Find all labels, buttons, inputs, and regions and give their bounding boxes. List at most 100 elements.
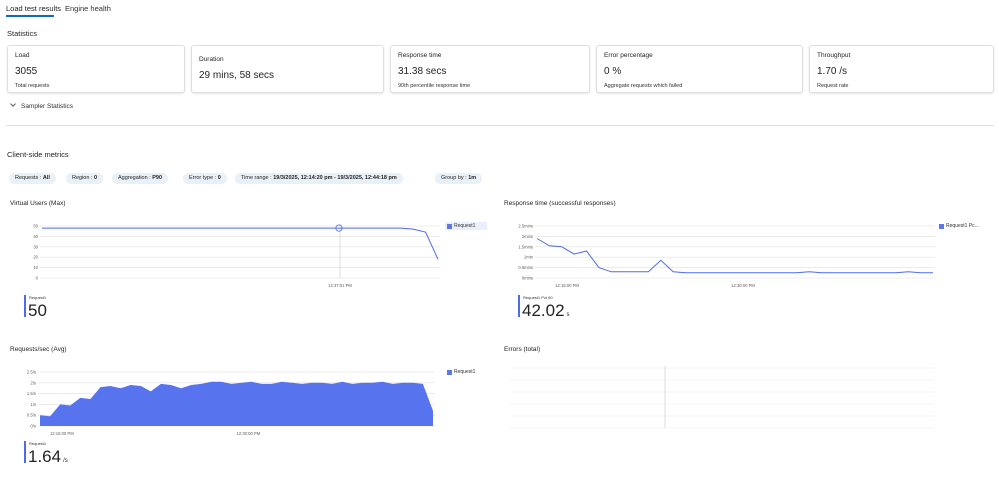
- legend-swatch: [447, 223, 452, 229]
- y-tick-label: 0mins: [522, 276, 533, 281]
- stat-card-title: Error percentage: [604, 52, 653, 59]
- stat-card-subtitle: 90th percentile response time: [398, 83, 471, 89]
- stat-card-title: Throughput: [817, 52, 851, 59]
- kpi-label: Request1: [29, 441, 47, 446]
- stat-card-subtitle: Aggregate requests which failed: [604, 83, 683, 89]
- y-tick-label: 2/s: [30, 380, 36, 385]
- filter-label: Aggregation :: [118, 175, 153, 181]
- response-time-chart[interactable]: 2.5mins 2mins 1.5mins 1min 0.5mins 0mins 12:15…: [515, 222, 935, 294]
- filter-value: 19/3/2025, 12:14:20 pm - 19/3/2025, 12:4…: [273, 175, 397, 181]
- kpi-accent-bar: [24, 441, 26, 463]
- stat-card-value: 29 mins, 58 secs: [199, 70, 275, 81]
- kpi-label: Request1: [29, 295, 47, 300]
- y-tick-label: 0.5/s: [27, 413, 36, 418]
- filter-value: 0: [217, 175, 221, 181]
- legend-label: Request1 Pc...: [946, 223, 979, 229]
- stat-card-error-percentage: Error percentage 0 % Aggregate requests …: [596, 45, 803, 93]
- filter-aggregation[interactable]: Aggregation : P90: [112, 173, 169, 184]
- x-tick-label: 12:30:00 PM: [237, 431, 261, 436]
- filter-label: Region :: [72, 175, 95, 181]
- stat-card-value: 3055: [15, 66, 38, 77]
- y-tick-label: 40: [33, 234, 38, 239]
- stat-card-subtitle: Total requests: [15, 83, 50, 89]
- kpi-unit: s: [566, 312, 570, 318]
- filter-requests[interactable]: Requests : All: [9, 173, 56, 184]
- legend-item-request1[interactable]: Request1: [445, 222, 487, 230]
- filter-label: Error type :: [189, 175, 218, 181]
- tab-load-test-results[interactable]: Load test results: [6, 4, 61, 13]
- stat-card-title: Response time: [398, 52, 442, 59]
- stat-card-value: 0 %: [604, 66, 622, 77]
- chevron-down-icon: [10, 101, 16, 107]
- y-tick-label: 1/s: [30, 402, 36, 407]
- sampler-statistics-label: Sampler Statistics: [21, 103, 74, 110]
- stat-card-throughput: Throughput 1.70 /s Request rate: [809, 45, 994, 93]
- filter-label: Requests :: [15, 175, 43, 181]
- chart-title-errors: Errors (total): [504, 346, 541, 353]
- y-tick-label: 1.5mins: [518, 244, 533, 249]
- kpi-value: 1.64/s: [28, 448, 68, 470]
- stat-card-title: Load: [15, 52, 30, 59]
- y-tick-label: 1min: [524, 255, 534, 260]
- filter-time-range[interactable]: Time range : 19/3/2025, 12:14:20 pm - 19…: [235, 173, 403, 184]
- active-tab-indicator: [6, 15, 54, 17]
- legend-swatch: [939, 223, 944, 229]
- legend-swatch: [447, 369, 452, 375]
- kpi-number: 50: [28, 301, 47, 320]
- requests-per-sec-chart[interactable]: 2.5/s 2/s 1.5/s 1/s 0.5/s 0/s 12:15:00 PM 12:30…: [10, 368, 440, 440]
- filter-value: 0: [94, 175, 98, 181]
- kpi-unit: /s: [63, 458, 68, 464]
- y-tick-label: 2mins: [522, 234, 533, 239]
- kpi-number: 1.64: [28, 447, 62, 466]
- tab-engine-health[interactable]: Engine health: [65, 4, 111, 13]
- y-tick-label: 1.5/s: [27, 391, 36, 396]
- filter-region[interactable]: Region : 0: [66, 173, 104, 184]
- stat-card-load: Load 3055 Total requests: [7, 45, 185, 93]
- y-tick-label: 0.5mins: [518, 265, 533, 270]
- stat-card-value: 1.70 /s: [817, 66, 848, 77]
- client-side-metrics-heading: Client-side metrics: [7, 150, 69, 159]
- kpi-label: Request1 Pct 90: [523, 295, 553, 300]
- y-tick-label: 30: [33, 244, 38, 249]
- x-tick-label: 12:30:00 PM: [731, 283, 755, 288]
- section-divider: [6, 125, 994, 126]
- kpi-accent-bar: [24, 295, 26, 317]
- filter-value: 1m: [468, 175, 477, 181]
- legend-label: Request1: [454, 369, 476, 375]
- x-tick-label: 12:15:00 PM: [555, 283, 579, 288]
- chart-title-requests-per-sec: Requests/sec (Avg): [10, 346, 67, 353]
- y-tick-label: 50: [33, 224, 38, 229]
- stat-card-value: 31.38 secs: [398, 66, 447, 77]
- statistics-heading: Statistics: [7, 29, 38, 38]
- sampler-statistics-toggle[interactable]: Sampler Statistics: [10, 101, 74, 110]
- filter-label: Time range :: [241, 175, 274, 181]
- chart-title-virtual-users: Virtual Users (Max): [10, 200, 66, 207]
- y-tick-label: 0/s: [30, 424, 36, 429]
- kpi-accent-bar: [518, 295, 520, 317]
- stat-card-subtitle: Request rate: [817, 83, 849, 89]
- stat-card-title: Duration: [199, 56, 224, 63]
- series-area-request1: [40, 381, 433, 426]
- chart-title-response-time: Response time (successful responses): [504, 200, 616, 207]
- legend-item-request1[interactable]: Request1: [445, 368, 485, 376]
- stat-card-duration: Duration 29 mins, 58 secs: [191, 45, 384, 93]
- filter-label: Group by :: [441, 175, 469, 181]
- filter-error-type[interactable]: Error type : 0: [183, 173, 227, 184]
- kpi-value: 50: [28, 302, 47, 319]
- legend-label: Request1: [454, 223, 476, 229]
- errors-chart[interactable]: [510, 366, 935, 429]
- result-tabs: Load test results Engine health: [0, 0, 999, 17]
- virtual-users-chart[interactable]: 50 40 30 20 10 0 12:37:01 PM: [10, 220, 440, 295]
- stat-card-response-time: Response time 31.38 secs 90th percentile…: [390, 45, 590, 93]
- kpi-number: 42.02: [522, 301, 565, 320]
- x-tick-label: 12:37:01 PM: [328, 283, 352, 288]
- x-tick-label: 12:15:00 PM: [50, 431, 74, 436]
- filter-group-by[interactable]: Group by : 1m: [435, 173, 483, 184]
- y-tick-label: 20: [33, 255, 38, 260]
- filter-value: All: [42, 175, 50, 181]
- filter-value: P90: [152, 175, 163, 181]
- y-tick-label: 0: [36, 276, 39, 281]
- kpi-value: 42.02 s: [522, 302, 570, 324]
- legend-item-request1-pct[interactable]: Request1 Pc...: [937, 222, 991, 230]
- series-line: [42, 227, 439, 260]
